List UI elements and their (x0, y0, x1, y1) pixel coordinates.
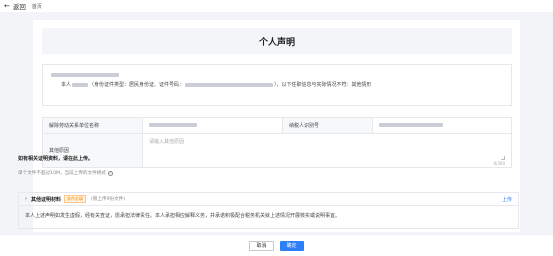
employer-label: 解除劳动关系单位名称 (42, 117, 143, 134)
arrow-left-icon: ← (4, 2, 10, 10)
reason-textarea[interactable]: 请输入其他原因 0/300 (149, 135, 505, 167)
info-icon[interactable]: i (107, 170, 113, 176)
reason-placeholder: 请输入其他原因 (149, 138, 185, 145)
statement-suffix: ），以下任职信息与实际情况不符：其他情形 (274, 82, 372, 88)
reason-label: 其他原因 (42, 133, 143, 168)
back-button[interactable]: ← 返回 (4, 1, 26, 11)
statement-box: 本人 （身份证件类型：居民身份证、证件号码： ），以下任职信息与实际情况不符：其… (42, 64, 512, 106)
upload-link[interactable]: 上传 (502, 196, 512, 203)
upload-note: 如有相关证明资料，请在此上传。 (18, 156, 94, 162)
info-table: 解除劳动关系单位名称 纳税人识别号 其他原因 请输入其他原因 0/300 (42, 117, 512, 168)
statement-id-type: （身份证件类型：居民身份证、证件号码： (89, 82, 185, 88)
taxpayer-id-value (372, 117, 512, 134)
title-panel: 个人声明 (42, 28, 512, 54)
confirm-button[interactable]: 确定 (279, 240, 304, 251)
breadcrumb-home[interactable]: 首页 (32, 3, 42, 10)
top-bar: ← 返回 首页 (0, 0, 553, 12)
attachment-row: › 其他证明材料 条件必填 (限上传9份文件) 上传 (18, 192, 519, 205)
redacted-name (72, 82, 89, 87)
attachment-name: 其他证明材料 (31, 196, 62, 203)
redacted-id-number (185, 82, 274, 87)
reason-cell: 请输入其他原因 0/300 (142, 133, 512, 168)
resize-handle-icon[interactable] (501, 155, 505, 160)
statement-text: 本人 （身份证件类型：居民身份证、证件号码： ），以下任职信息与实际情况不符：其… (51, 81, 503, 88)
required-tag: 条件必填 (64, 195, 87, 203)
employer-value (142, 117, 283, 134)
char-counter: 0/300 (493, 160, 505, 166)
back-label: 返回 (12, 3, 26, 11)
size-hint: 单个文件不超过10M，当前上传的文件格式 i (18, 170, 113, 176)
page-title: 个人声明 (258, 37, 295, 48)
attachment-hint: (限上传9份文件) (91, 197, 126, 202)
taxpayer-id-label: 纳税人识别号 (282, 117, 373, 134)
statement-prefix: 本人 (61, 82, 72, 88)
cancel-button[interactable]: 取消 (249, 240, 274, 251)
footer-bar: 取消 确定 (0, 235, 553, 256)
chevron-right-icon[interactable]: › (25, 196, 27, 202)
promise-text: 本人上述声明如发生虚假，经有关查证，愿承担法律责任。本人承担相应解释义务，并承诺… (18, 205, 519, 229)
redacted-line (51, 73, 119, 77)
size-hint-text: 单个文件不超过10M，当前上传的文件格式 (18, 171, 106, 176)
